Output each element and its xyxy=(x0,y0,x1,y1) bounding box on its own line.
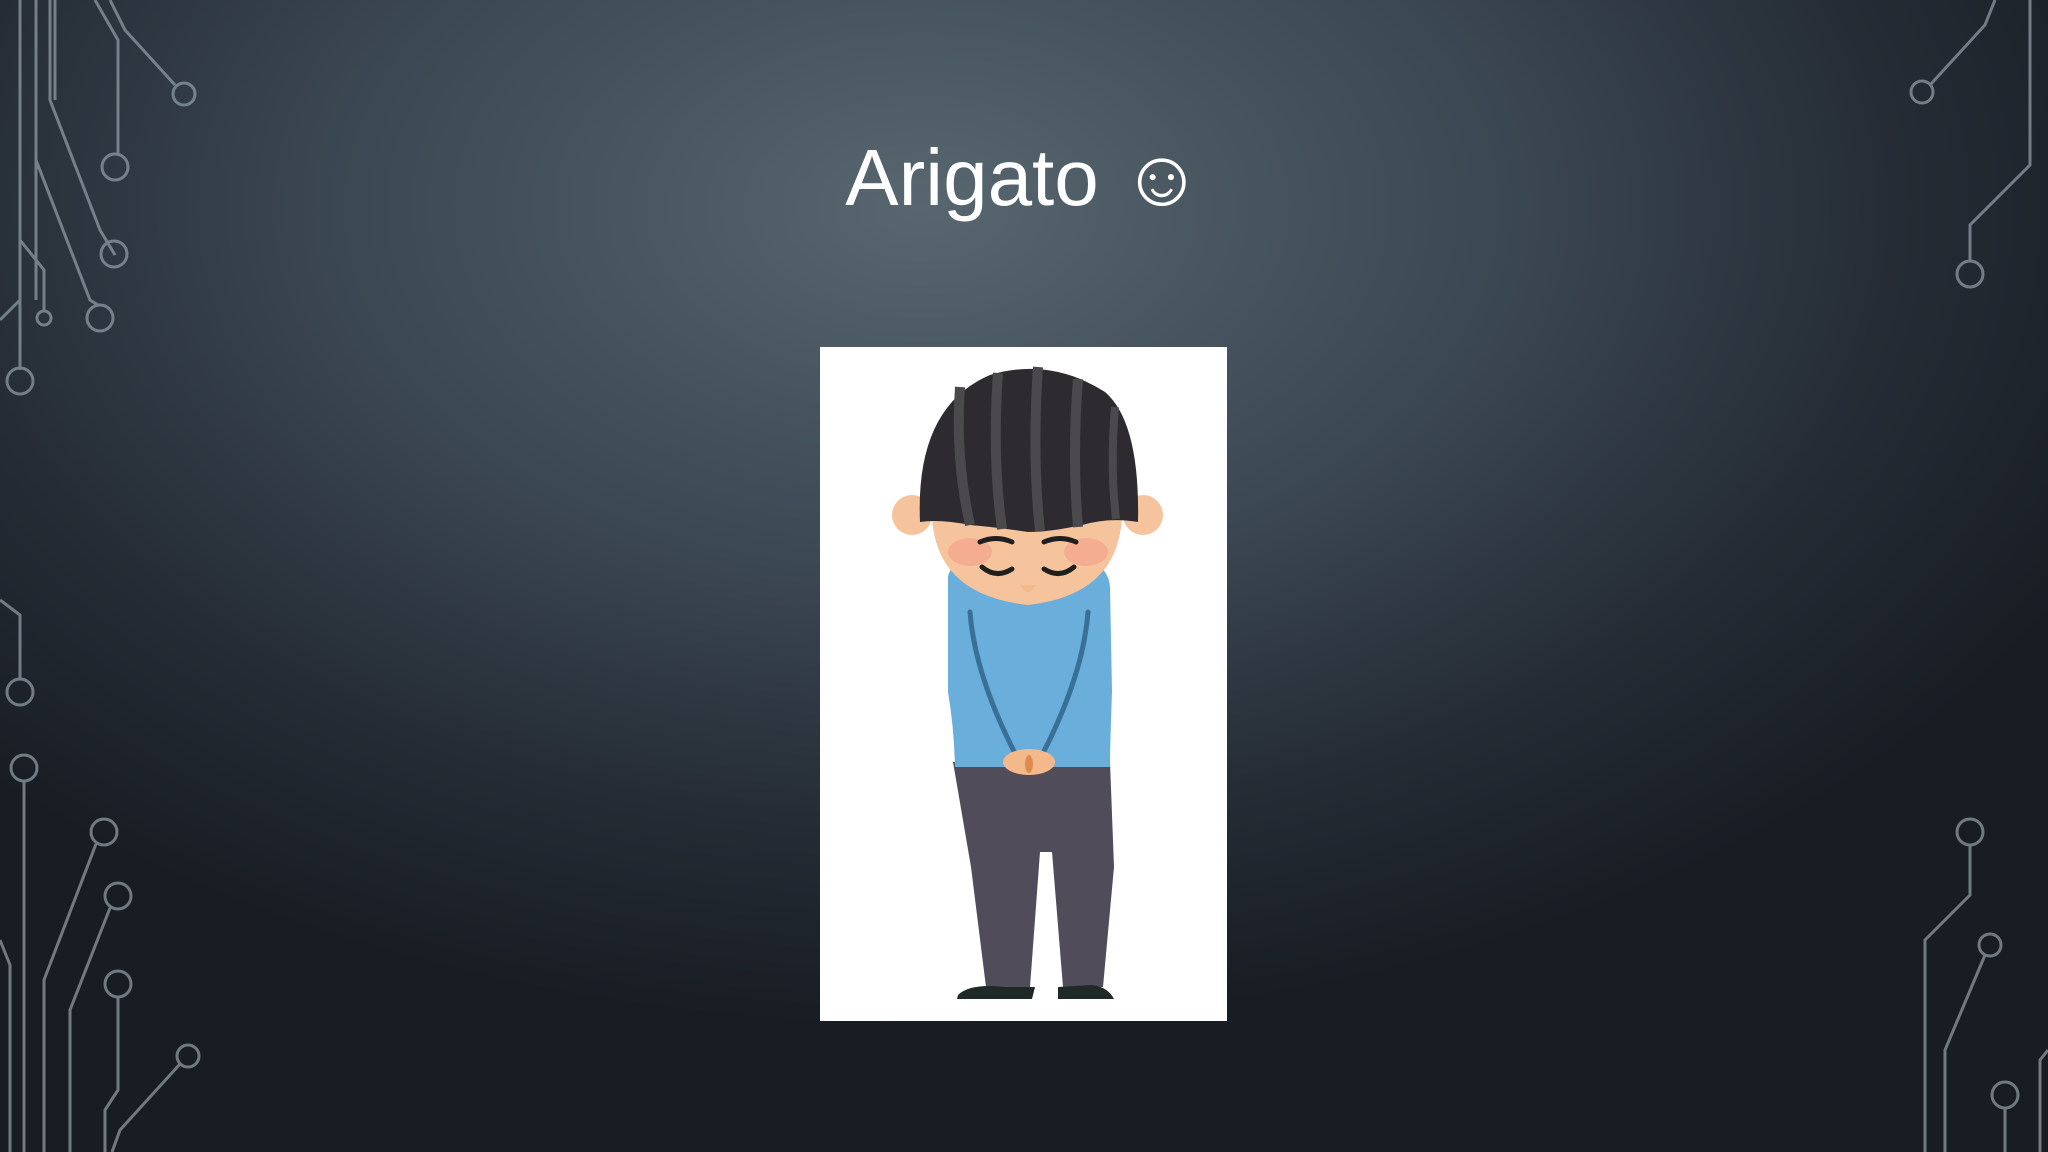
slide: Arigato ☺ xyxy=(0,0,2048,1152)
bowing-man-illustration xyxy=(892,366,1163,999)
slide-title: Arigato ☺ xyxy=(845,133,1203,222)
bowing-man-picture xyxy=(820,347,1227,1021)
